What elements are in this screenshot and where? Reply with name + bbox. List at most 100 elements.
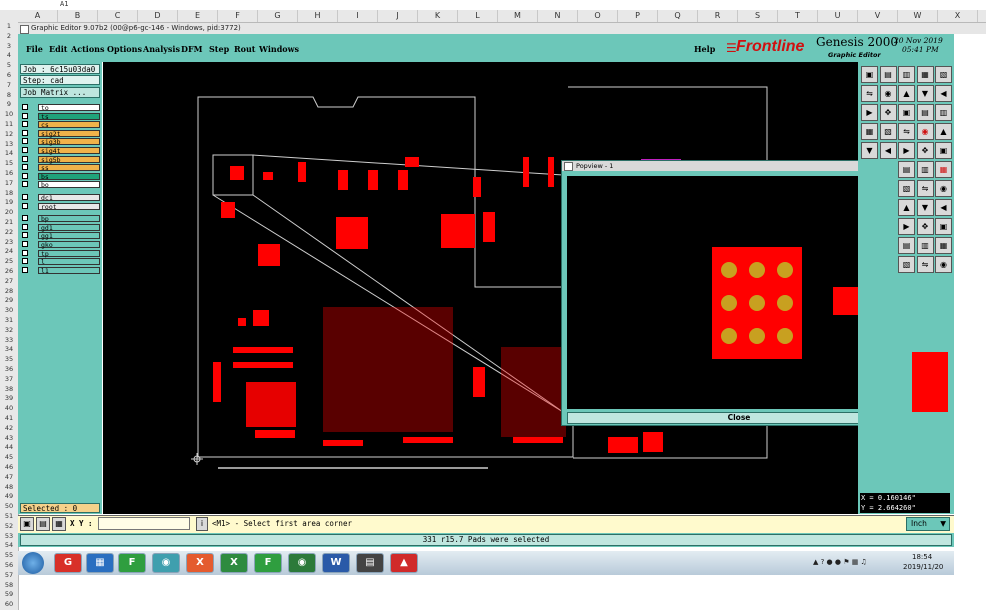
taskbar-word-icon[interactable]: W (322, 553, 350, 573)
column-header[interactable]: X (938, 10, 978, 22)
tool-button-5-icon[interactable]: ▧ (935, 66, 952, 83)
column-header[interactable]: A (18, 10, 58, 22)
row-header[interactable]: 47 (0, 473, 18, 481)
row-header[interactable]: 50 (0, 502, 18, 510)
row-header[interactable]: 9 (0, 100, 18, 108)
tool-button-18-icon[interactable]: ⇋ (898, 123, 915, 140)
row-header[interactable]: 31 (0, 316, 18, 324)
layer-checkbox[interactable] (22, 129, 28, 136)
row-header[interactable]: 17 (0, 179, 18, 187)
row-header[interactable]: 20 (0, 208, 18, 216)
row-header[interactable]: 59 (0, 590, 18, 598)
column-header[interactable]: T (778, 10, 818, 22)
column-header[interactable]: O (578, 10, 618, 22)
layer-checkbox[interactable] (22, 164, 28, 171)
column-header[interactable]: R (698, 10, 738, 22)
column-header[interactable]: B (58, 10, 98, 22)
layer-checkbox[interactable] (22, 223, 28, 230)
row-header[interactable]: 7 (0, 81, 18, 89)
tool-button-10-icon[interactable]: ◀ (935, 85, 952, 102)
taskbar-eye-icon[interactable]: ◉ (152, 553, 180, 573)
taskbar-excel-icon[interactable]: X (220, 553, 248, 573)
row-header[interactable]: 30 (0, 306, 18, 314)
layer-checkbox[interactable] (22, 241, 28, 247)
row-header[interactable]: 25 (0, 257, 18, 265)
row-header[interactable]: 45 (0, 453, 18, 461)
tool-button-38-icon[interactable]: ▤ (898, 237, 915, 254)
tool-button-36-icon[interactable]: ✥ (916, 218, 934, 235)
row-header[interactable]: 32 (0, 326, 18, 334)
job-matrix-button[interactable]: Job Matrix ... (20, 87, 100, 98)
name-box[interactable]: A1 (60, 0, 110, 9)
layer-checkbox[interactable] (22, 215, 28, 222)
row-header[interactable]: 24 (0, 247, 18, 255)
tool-button-16-icon[interactable]: ▦ (861, 123, 878, 140)
column-header[interactable]: N (538, 10, 578, 22)
row-header[interactable]: 14 (0, 149, 18, 157)
row-header[interactable]: 43 (0, 434, 18, 442)
menu-rout[interactable]: Rout (234, 44, 256, 54)
row-header[interactable]: 2 (0, 32, 18, 40)
cmd-tool-2-icon[interactable]: ▤ (36, 517, 50, 531)
column-header[interactable]: G (258, 10, 298, 22)
column-header[interactable]: E (178, 10, 218, 22)
row-header[interactable]: 49 (0, 492, 18, 500)
row-header[interactable]: 41 (0, 414, 18, 422)
tool-button-9-icon[interactable]: ▼ (916, 85, 934, 102)
column-header[interactable]: K (418, 10, 458, 22)
column-header[interactable]: S (738, 10, 778, 22)
layer-checkbox[interactable] (22, 266, 28, 273)
row-header[interactable]: 5 (0, 61, 18, 69)
tool-button-25-icon[interactable]: ▣ (935, 142, 952, 159)
row-header[interactable]: 8 (0, 91, 18, 99)
tool-button-35-icon[interactable]: ▶ (898, 218, 915, 235)
taskbar-save-icon[interactable]: ▦ (86, 553, 114, 573)
taskbar-nvidia-icon[interactable]: ◉ (288, 553, 316, 573)
tool-button-2-icon[interactable]: ▤ (879, 66, 897, 83)
row-header[interactable]: 11 (0, 120, 18, 128)
popview-canvas[interactable] (567, 176, 893, 409)
row-header[interactable]: 29 (0, 296, 18, 304)
tool-button-14-icon[interactable]: ▤ (916, 104, 934, 121)
tool-button-42-icon[interactable]: ⇋ (916, 256, 934, 273)
tool-button-43-icon[interactable]: ◉ (935, 256, 952, 273)
row-header[interactable]: 26 (0, 267, 18, 275)
layer-checkbox[interactable] (22, 194, 28, 200)
column-header[interactable]: V (858, 10, 898, 22)
tool-button-20-icon[interactable]: ▲ (935, 123, 952, 140)
tool-button-3-icon[interactable]: ▥ (898, 66, 915, 83)
tool-button-37-icon[interactable]: ▣ (935, 218, 952, 235)
column-header[interactable]: H (298, 10, 338, 22)
column-header[interactable]: C (98, 10, 138, 22)
start-button-icon[interactable] (22, 552, 44, 574)
tool-button-22-icon[interactable]: ◀ (879, 142, 897, 159)
tool-button-30-icon[interactable]: ⇋ (916, 180, 934, 197)
tool-button-6-icon[interactable]: ⇋ (861, 85, 878, 102)
tool-button-12-icon[interactable]: ✥ (879, 104, 897, 121)
row-header[interactable]: 57 (0, 571, 18, 579)
menu-file[interactable]: File (26, 44, 43, 54)
row-header[interactable]: 52 (0, 522, 18, 530)
tool-button-29-icon[interactable]: ▧ (898, 180, 915, 197)
menu-windows[interactable]: Windows (259, 44, 299, 54)
tool-button-21-icon[interactable]: ▼ (861, 142, 878, 159)
column-header[interactable]: W (898, 10, 938, 22)
layer-checkbox[interactable] (22, 258, 28, 265)
row-header[interactable]: 38 (0, 385, 18, 393)
row-header[interactable]: 46 (0, 463, 18, 471)
column-header[interactable]: F (218, 10, 258, 22)
layer-checkbox[interactable] (22, 249, 28, 256)
tool-button-28-icon[interactable]: ▦ (935, 161, 952, 178)
column-header[interactable]: P (618, 10, 658, 22)
tool-button-17-icon[interactable]: ▧ (879, 123, 897, 140)
menu-dfm[interactable]: DFM (181, 44, 202, 54)
tool-button-23-icon[interactable]: ▶ (898, 142, 915, 159)
tool-button-41-icon[interactable]: ▧ (898, 256, 915, 273)
tool-button-15-icon[interactable]: ▥ (935, 104, 952, 121)
tool-button-34-icon[interactable]: ◀ (935, 199, 952, 216)
row-header[interactable]: 18 (0, 189, 18, 197)
row-header[interactable]: 54 (0, 541, 18, 549)
taskbar-book-icon[interactable]: ▤ (356, 553, 384, 573)
tool-button-1-icon[interactable]: ▣ (861, 66, 878, 83)
tool-button-7-icon[interactable]: ◉ (879, 85, 897, 102)
